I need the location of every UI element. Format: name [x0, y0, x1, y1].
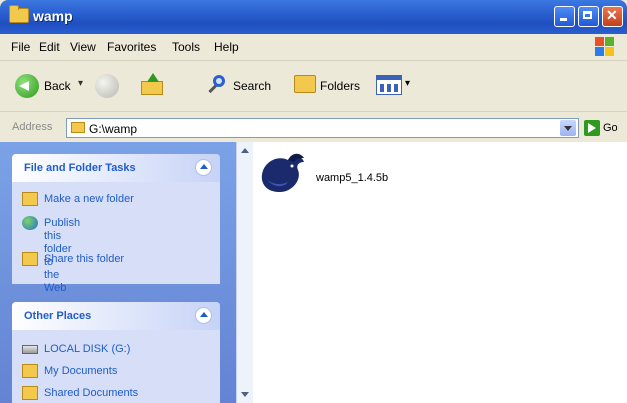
scroll-down-icon[interactable] [241, 392, 249, 397]
title-bar[interactable]: wamp [0, 0, 627, 34]
back-dropdown-icon[interactable]: ▾ [78, 78, 83, 89]
place-label[interactable]: LOCAL DISK (G:) [44, 343, 130, 356]
other-places-panel: Other Places LOCAL DISK (G:) My Document… [12, 302, 220, 403]
scroll-up-icon[interactable] [241, 148, 249, 153]
menu-tools[interactable]: Tools [172, 40, 200, 54]
search-button[interactable]: Search [233, 79, 271, 93]
task-label[interactable]: Share this folder [44, 253, 124, 266]
back-arrow-icon[interactable] [15, 74, 39, 98]
address-input[interactable]: G:\wamp [66, 118, 579, 138]
folder-icon [9, 5, 29, 23]
panel-header[interactable]: File and Folder Tasks [12, 154, 220, 182]
collapse-icon[interactable] [195, 159, 212, 176]
panel-title: File and Folder Tasks [24, 162, 136, 174]
address-label: Address [12, 121, 53, 133]
new-folder-icon [22, 192, 38, 206]
folders-button[interactable]: Folders [320, 79, 360, 93]
address-value[interactable]: G:\wamp [89, 122, 137, 136]
maximize-button[interactable] [578, 6, 599, 27]
windows-logo-icon [594, 36, 616, 58]
up-folder-icon[interactable] [141, 73, 163, 95]
file-name[interactable]: wamp5_1.4.5b [316, 172, 388, 184]
file-item[interactable]: wamp5_1.4.5b [258, 150, 458, 200]
documents-icon [22, 364, 38, 378]
close-button[interactable] [602, 6, 623, 27]
views-icon[interactable] [376, 75, 402, 95]
views-dropdown-icon[interactable]: ▾ [405, 78, 410, 89]
place-label[interactable]: Shared Documents [44, 387, 138, 400]
minimize-button[interactable] [554, 6, 575, 27]
task-pane-scrollbar[interactable] [236, 142, 253, 403]
address-bar: Address G:\wamp Go [0, 112, 627, 142]
folders-icon[interactable] [294, 75, 316, 93]
wampserver-installer-icon [261, 153, 304, 192]
window-title: wamp [33, 8, 73, 24]
address-dropdown-icon[interactable] [560, 120, 576, 136]
go-button[interactable]: Go [603, 122, 618, 134]
collapse-icon[interactable] [195, 307, 212, 324]
menu-file[interactable]: File [11, 40, 30, 54]
folder-icon [71, 122, 85, 133]
menu-help[interactable]: Help [214, 40, 239, 54]
go-arrow-icon[interactable] [584, 120, 600, 136]
menu-view[interactable]: View [70, 40, 96, 54]
menu-bar: File Edit View Favorites Tools Help [0, 34, 627, 61]
place-label[interactable]: My Documents [44, 365, 117, 378]
panel-header[interactable]: Other Places [12, 302, 220, 330]
standard-toolbar: Back ▾ Search Folders ▾ [0, 61, 627, 112]
share-folder-icon [22, 252, 38, 266]
menu-favorites[interactable]: Favorites [107, 40, 156, 54]
globe-icon [22, 216, 38, 230]
task-label[interactable]: Make a new folder [44, 193, 134, 206]
shared-documents-icon [22, 386, 38, 400]
menu-edit[interactable]: Edit [39, 40, 60, 54]
back-button[interactable]: Back [44, 79, 71, 93]
task-pane: File and Folder Tasks Make a new folder … [0, 142, 236, 403]
forward-arrow-icon[interactable] [95, 74, 119, 98]
panel-title: Other Places [24, 310, 92, 322]
file-folder-tasks-panel: File and Folder Tasks Make a new folder … [12, 154, 220, 294]
search-icon[interactable] [207, 73, 229, 97]
drive-icon [22, 345, 38, 354]
explorer-window: wamp File Edit View Favorites Tools Help… [0, 0, 627, 403]
